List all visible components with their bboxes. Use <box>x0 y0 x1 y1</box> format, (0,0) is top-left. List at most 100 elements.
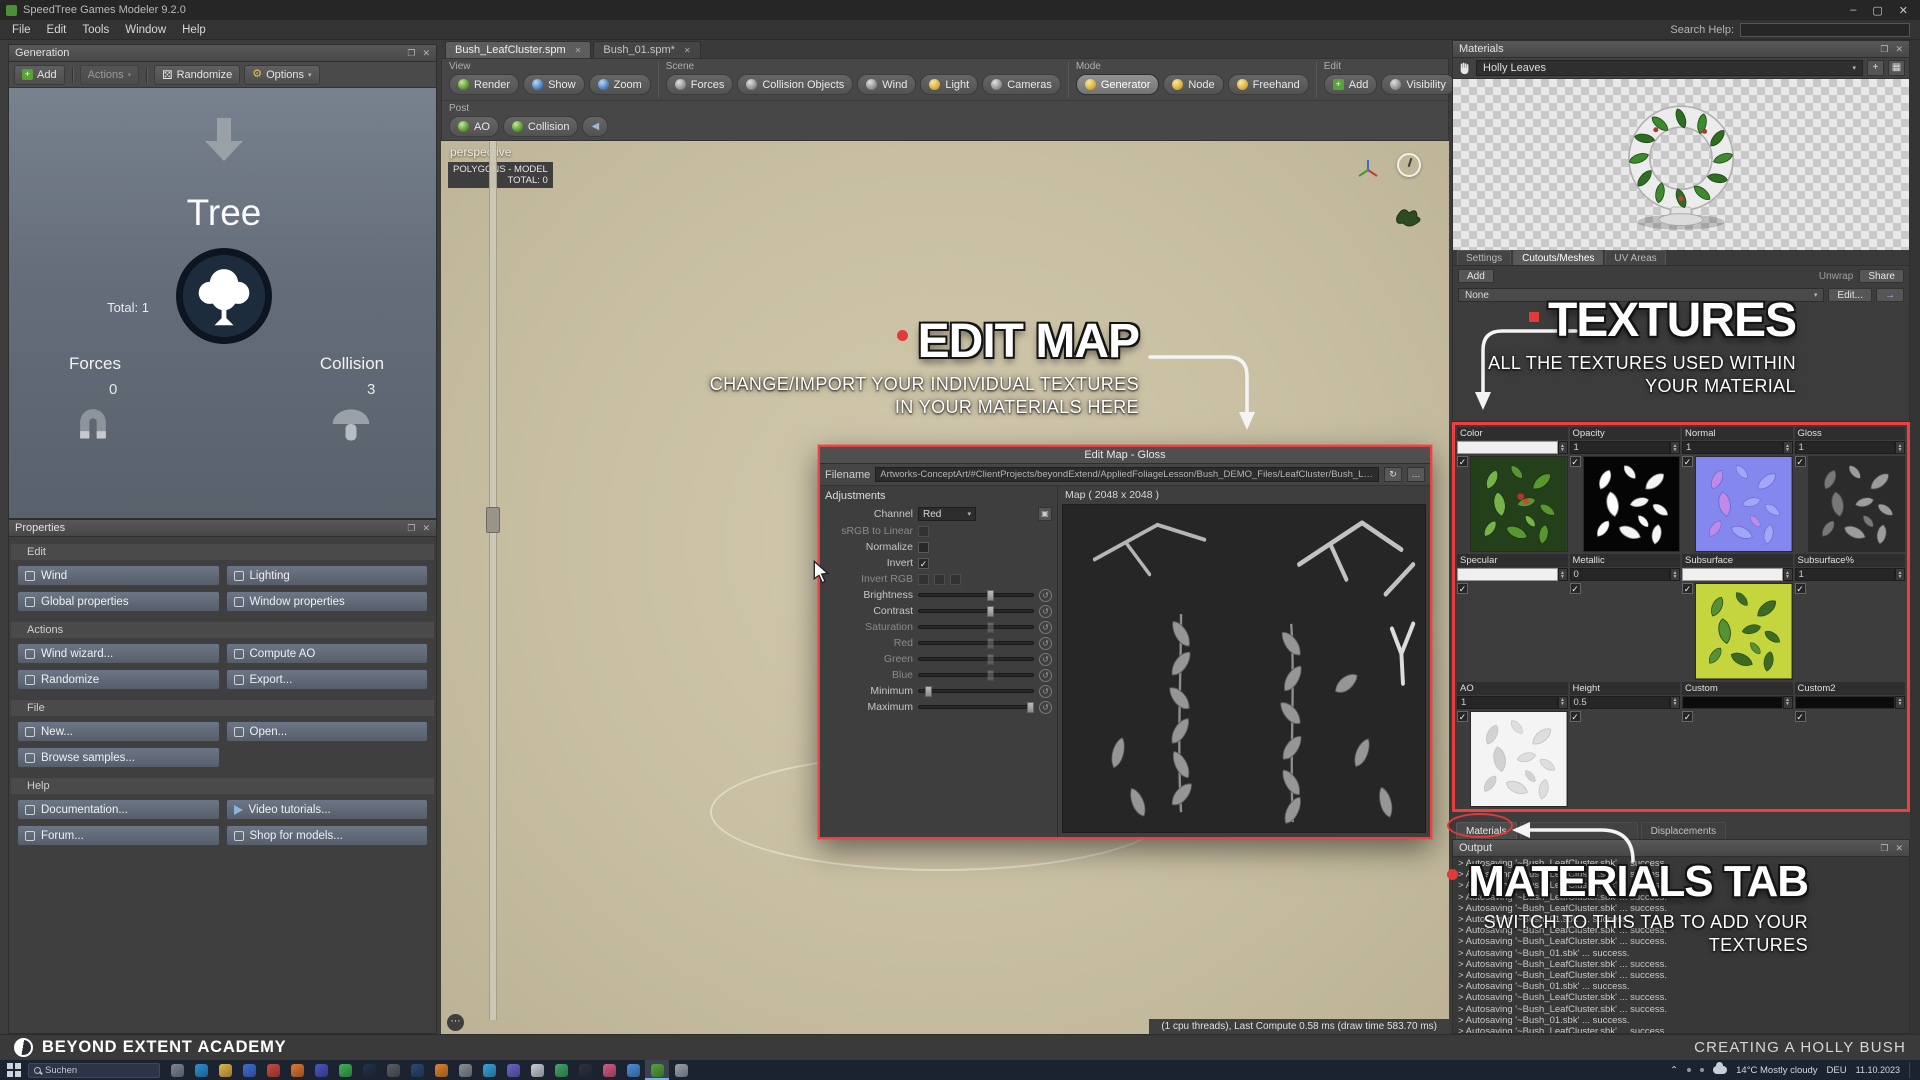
texture-thumbnail[interactable] <box>1808 456 1906 552</box>
start-button[interactable] <box>5 1062 23 1078</box>
taskbar-icon-notepad[interactable] <box>525 1060 549 1080</box>
cameras-button[interactable]: Cameras <box>982 74 1061 95</box>
taskbar-icon-obs[interactable] <box>381 1060 405 1080</box>
texture-spinner[interactable]: ▲▼ <box>1670 441 1680 454</box>
language-indicator[interactable]: DEU <box>1827 1065 1847 1076</box>
slider-handle[interactable] <box>987 590 994 601</box>
add-cutout-button[interactable]: Add <box>1458 269 1494 283</box>
button-export[interactable]: Export... <box>226 669 429 690</box>
show-desktop-button[interactable] <box>1909 1062 1911 1078</box>
texture-value-field[interactable]: 0.5 <box>1570 696 1671 709</box>
minimize-button[interactable]: – <box>1850 4 1856 17</box>
browse-file-button[interactable]: … <box>1407 467 1425 482</box>
button-documentation[interactable]: Documentation... <box>17 799 220 820</box>
slider-handle[interactable] <box>987 622 994 633</box>
taskbar-icon-unity[interactable] <box>453 1060 477 1080</box>
texture-swatch[interactable] <box>1795 696 1896 709</box>
slider-reset-button[interactable]: ↺ <box>1039 637 1052 650</box>
ao-post-button[interactable]: AO <box>449 116 499 137</box>
texture-slot-subsurface[interactable]: Subsurface%1▲▼✓ <box>1795 554 1906 679</box>
clock[interactable]: 11.10.2023 <box>1856 1065 1900 1075</box>
texture-checkbox[interactable]: ✓ <box>1570 711 1581 722</box>
menu-edit[interactable]: Edit <box>39 22 75 38</box>
taskbar-icon-settings[interactable] <box>669 1060 693 1080</box>
button-global-properties[interactable]: Global properties <box>17 591 220 612</box>
texture-checkbox[interactable]: ✓ <box>1570 583 1581 594</box>
texture-swatch[interactable] <box>1457 568 1558 581</box>
freehand-mode-button[interactable]: Freehand <box>1228 74 1309 95</box>
button-browse-samples[interactable]: Browse samples... <box>17 747 220 768</box>
render-button[interactable]: Render <box>449 74 519 95</box>
texture-swatch[interactable] <box>1457 441 1558 454</box>
taskbar-search[interactable]: Suchen <box>28 1063 160 1078</box>
texture-thumbnail[interactable] <box>1470 456 1568 552</box>
slider-track[interactable] <box>918 609 1034 613</box>
texture-checkbox[interactable]: ✓ <box>1795 456 1806 467</box>
show-button[interactable]: Show <box>523 74 585 95</box>
tab-cutouts-meshes[interactable]: Cutouts/Meshes <box>1513 250 1603 265</box>
menu-file[interactable]: File <box>4 22 39 38</box>
visibility-button[interactable]: Visibility <box>1381 74 1455 95</box>
taskbar-icon-steam[interactable] <box>357 1060 381 1080</box>
texture-spinner[interactable]: ▲▼ <box>1783 441 1793 454</box>
checkbox[interactable] <box>918 526 929 537</box>
float-panel-icon[interactable]: ❐ <box>407 48 415 59</box>
slider-handle[interactable] <box>1027 702 1034 713</box>
node-mode-button[interactable]: Node <box>1163 74 1223 95</box>
texture-checkbox[interactable]: ✓ <box>1795 583 1806 594</box>
button-shop-for-models[interactable]: Shop for models... <box>226 825 429 846</box>
close-panel-icon[interactable]: ✕ <box>422 523 430 534</box>
texture-thumbnail[interactable] <box>1695 583 1793 679</box>
checkbox[interactable] <box>918 574 929 585</box>
button-open[interactable]: Open... <box>226 721 429 742</box>
pan-hand-icon[interactable] <box>1457 61 1472 76</box>
menu-window[interactable]: Window <box>117 22 174 38</box>
checkbox[interactable] <box>934 574 945 585</box>
actions-button[interactable]: Actions▾ <box>80 65 140 85</box>
tab-settings[interactable]: Settings <box>1457 250 1511 265</box>
slider-track[interactable] <box>918 657 1034 661</box>
menu-help[interactable]: Help <box>174 22 214 38</box>
taskbar-icon-vscode[interactable] <box>477 1060 501 1080</box>
light-button[interactable]: Light <box>920 74 978 95</box>
texture-spinner[interactable]: ▲▼ <box>1670 696 1680 709</box>
material-select[interactable]: Holly Leaves▾ <box>1476 60 1863 76</box>
taskbar-icon-discord[interactable] <box>309 1060 333 1080</box>
texture-value-field[interactable]: 1 <box>1682 441 1783 454</box>
options-button[interactable]: ⚙Options▾ <box>244 65 319 85</box>
taskbar-icon-speedtree[interactable] <box>645 1060 669 1080</box>
button-forum[interactable]: Forum... <box>17 825 220 846</box>
slider-track[interactable] <box>918 673 1034 677</box>
slider-track[interactable] <box>918 689 1034 693</box>
taskbar-icon-store[interactable] <box>237 1060 261 1080</box>
close-button[interactable]: ✕ <box>1899 4 1908 17</box>
texture-checkbox[interactable]: ✓ <box>1570 456 1581 467</box>
search-help-input[interactable] <box>1740 23 1910 37</box>
taskbar-icon-excel[interactable] <box>549 1060 573 1080</box>
texture-checkbox[interactable]: ✓ <box>1457 711 1468 722</box>
button-new[interactable]: New... <box>17 721 220 742</box>
texture-slot-custom[interactable]: Custom▲▼✓ <box>1682 682 1793 807</box>
texture-value-field[interactable]: 1 <box>1795 441 1896 454</box>
taskbar-icon-file-explorer[interactable] <box>213 1060 237 1080</box>
channel-select[interactable]: Red▾ <box>918 507 976 521</box>
button-window-properties[interactable]: Window properties <box>226 591 429 612</box>
texture-swatch[interactable] <box>1682 696 1783 709</box>
share-button[interactable]: Share <box>1859 269 1904 283</box>
texture-slot-custom2[interactable]: Custom2▲▼✓ <box>1795 682 1906 807</box>
taskbar-icon-chrome[interactable] <box>261 1060 285 1080</box>
apply-arrow-button[interactable]: → <box>1876 288 1904 302</box>
weather-text[interactable]: 14°C Mostly cloudy <box>1736 1065 1817 1076</box>
checkbox[interactable] <box>918 542 929 553</box>
taskbar-icon-terminal[interactable] <box>573 1060 597 1080</box>
tray-expand-icon[interactable]: ⌃ <box>1670 1065 1678 1076</box>
texture-slot-opacity[interactable]: Opacity1▲▼✓ <box>1570 427 1681 552</box>
slider-reset-button[interactable]: ↺ <box>1039 621 1052 634</box>
tab-displacements[interactable]: Displacements <box>1641 822 1727 839</box>
slider-reset-button[interactable]: ↺ <box>1039 605 1052 618</box>
forces-button[interactable]: Forces <box>666 74 734 95</box>
menu-tools[interactable]: Tools <box>74 22 117 38</box>
texture-spinner[interactable]: ▲▼ <box>1895 568 1905 581</box>
slider-reset-button[interactable]: ↺ <box>1039 653 1052 666</box>
button-lighting[interactable]: Lighting <box>226 565 429 586</box>
